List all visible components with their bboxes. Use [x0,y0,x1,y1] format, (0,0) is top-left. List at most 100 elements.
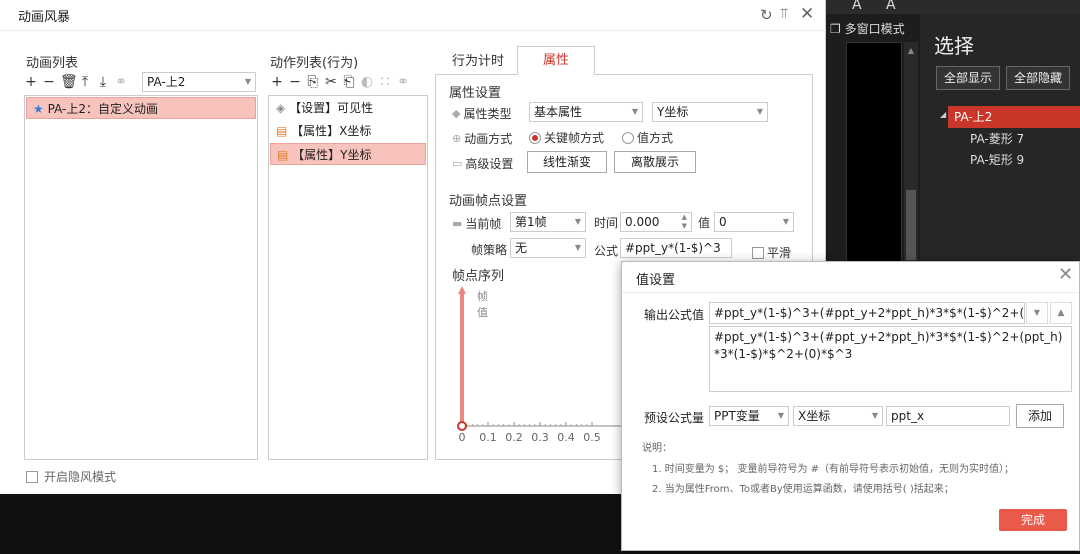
chevron-down-icon: ▼ [574,243,581,252]
tree-expand-icon[interactable]: ◢ [940,110,946,119]
output-formula-label: 输出公式值 [644,308,705,322]
smooth-label: 平滑 [767,246,792,260]
close-icon[interactable]: ✕ [800,4,814,24]
preset-formula-label: 预设公式量 [644,411,705,425]
split-icon[interactable]: ◐ [360,74,374,90]
animation-item-label: PA-上2：自定义动画 [47,102,158,116]
axis-label-frame: 帧 [477,289,488,303]
link-icon[interactable]: ⚭ [114,74,128,90]
linear-gradient-button[interactable]: 线性渐变 [527,151,607,173]
scroll-up-icon[interactable]: ▲ [906,46,916,56]
mode-icon: ⊕ [452,132,462,145]
discrete-display-button[interactable]: 离散展示 [614,151,696,173]
frame-strategy-select[interactable]: 无 ▼ [510,238,586,258]
property-attr-select[interactable]: Y坐标 ▼ [652,102,768,122]
collapse-icon[interactable]: ▲ [1050,302,1072,324]
preset-attr-value: X坐标 [798,409,831,423]
preset-attr-select[interactable]: X坐标 ▼ [793,406,883,426]
hide-all-button[interactable]: 全部隐藏 [1006,66,1070,90]
time-label: 时间 [594,216,619,230]
action-item-label: 【属性】X坐标 [291,124,372,138]
refresh-icon[interactable]: ↻ [760,6,773,24]
animation-target-value: PA-上2 [147,75,186,89]
frame-strategy-label: 帧策略 [471,243,508,257]
property-type-select[interactable]: 基本属性 ▼ [529,102,643,122]
animation-list-item[interactable]: ★ PA-上2：自定义动画 [26,97,256,119]
multi-window-button[interactable]: ❐ 多窗口模式 [830,20,905,37]
preset-type-select[interactable]: PPT变量 ▼ [709,406,789,426]
value-select[interactable]: 0 ▼ [714,212,794,232]
value-value: 0 [719,215,727,229]
radio-keyframe[interactable]: 关键帧方式 [529,129,604,146]
tick-label: 0.3 [531,431,549,444]
smooth-checkbox[interactable]: 平滑 [752,244,791,261]
stealth-mode-checkbox[interactable]: 开启隐风模式 [26,468,116,485]
selection-tree-item[interactable]: PA-矩形 9 [970,151,1024,168]
multi-window-label: 多窗口模式 [844,22,905,36]
spinner-arrows-icon[interactable]: ▲ ▼ [682,213,687,231]
done-button[interactable]: 完成 [999,509,1067,531]
tick-label: 0 [459,431,466,444]
add-icon[interactable]: + [270,74,284,90]
cut-icon[interactable]: ✂ [324,74,338,90]
tab-properties[interactable]: 属性 [517,46,595,75]
close-icon[interactable]: ✕ [1058,264,1073,285]
keyframe-settings-title: 动画帧点设置 [449,194,528,209]
chevron-down-icon[interactable]: ▼ [1026,302,1048,324]
selection-tree-item[interactable]: PA-菱形 7 [970,130,1024,147]
bg-scrollbar-thumb[interactable] [906,190,916,260]
action-item-label: 【设置】可见性 [289,101,374,115]
diamond-icon: ◆ [452,107,461,120]
selection-tree-item[interactable]: PA-上2 [948,106,1080,128]
checkbox-box [26,470,38,483]
animation-target-select[interactable]: PA-上2 ▼ [142,72,256,92]
value-label: 值 [698,216,711,230]
chevron-down-icon: ▼ [871,411,878,420]
bg-topbar-font-buttons[interactable]: A A [852,0,906,13]
paste-icon[interactable]: ⎗ [342,74,356,90]
property-type-text: 属性类型 [463,107,512,121]
move-top-icon[interactable]: ⤒ [78,74,92,90]
property-settings-title: 属性设置 [449,86,502,101]
frame-strategy-value: 无 [515,241,528,255]
frame-icon: ▬ [452,217,463,230]
minus-icon[interactable]: − [288,74,302,90]
preset-variable-input[interactable]: ppt_x [886,406,1010,426]
add-button[interactable]: 添加 [1016,404,1064,428]
animation-mode-text: 动画方式 [464,132,513,146]
action-list-item[interactable]: ◈ 【设置】可见性 [270,97,426,119]
custom-animation-icon: ★ [33,102,44,116]
pin-icon[interactable]: ⫪ [780,6,788,22]
keyframe-point[interactable] [457,421,467,431]
group-icon[interactable]: ∷ [378,74,392,90]
axis-label-value: 值 [477,306,488,319]
tick-label: 0.4 [557,431,575,444]
current-frame-select[interactable]: 第1帧 ▼ [510,212,586,232]
radio-value-mode[interactable]: 值方式 [622,129,673,146]
minus-icon[interactable]: − [42,74,56,90]
animation-toolbar: + − 🗑 ⤒ ⤓ ⚭ [24,74,128,90]
tab-behavior-timing[interactable]: 行为计时 [440,50,516,74]
note-line: 2. 当为属性From、To或者By使用运算函数，请使用括号( )括起来； [652,484,954,495]
output-formula-select[interactable]: #ppt_y*(1-$)^3+(#ppt_y+2*ppt_h)*3*$*(1-$… [709,302,1025,324]
link-icon[interactable]: ⚭ [396,74,410,90]
advanced-settings-text: 高级设置 [465,157,514,171]
tick-group: 0 0.1 0.2 0.3 0.4 0.5 [459,422,601,444]
frame-sequence-chart[interactable]: 0 0.1 0.2 0.3 0.4 0.5 帧 值 [450,284,630,454]
action-list-item[interactable]: ▤ 【属性】X坐标 [270,120,426,142]
move-bottom-icon[interactable]: ⤓ [96,74,110,90]
note-line: 1. 时间变量为 $； 变量前导符号为 #（有前导符号表示初始值，无则为实时值）… [652,464,1014,475]
delete-icon[interactable]: 🗑 [60,74,78,90]
time-spinner[interactable]: 0.000 ▲ ▼ [620,212,692,232]
formula-select[interactable]: #ppt_y*(1-$)^3 [620,238,732,258]
value-dialog-divider [622,292,1079,293]
show-all-button[interactable]: 全部显示 [936,66,1000,90]
action-list-item[interactable]: ▤ 【属性】Y坐标 [270,143,426,165]
copy-icon[interactable]: ⎘ [306,74,320,90]
output-formula-textarea[interactable]: #ppt_y*(1-$)^3+(#ppt_y+2*ppt_h)*3*$*(1-$… [709,326,1072,392]
radio-button [622,131,634,144]
formula-value: #ppt_y*(1-$)^3 [625,241,721,255]
add-icon[interactable]: + [24,74,38,90]
chevron-down-icon: ▼ [782,217,789,226]
property-icon: ▤ [277,148,289,162]
